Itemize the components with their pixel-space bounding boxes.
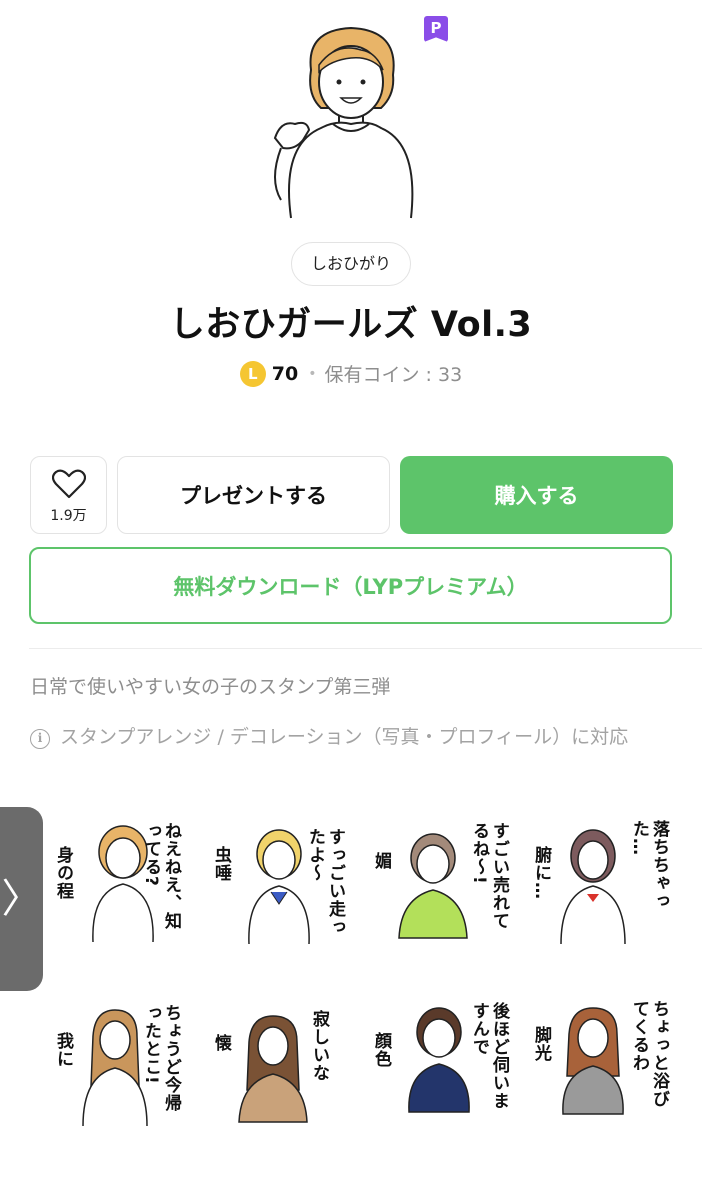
sticker-caption: 脚光 bbox=[531, 1026, 551, 1062]
sticker-caption: 後ほど伺いますんで bbox=[469, 1002, 509, 1110]
present-button[interactable]: プレゼントする bbox=[117, 456, 390, 534]
sticker-item[interactable]: 脚光 ちょっと浴びてくるわ bbox=[525, 988, 675, 1138]
sticker-caption: 落ちちゃった… bbox=[629, 820, 669, 910]
price-amount: 70 bbox=[271, 362, 299, 385]
sticker-title: しおひガールズ Vol.3 bbox=[169, 305, 533, 345]
like-count: 1.9万 bbox=[50, 508, 87, 524]
sticker-caption: 腑に… bbox=[531, 846, 551, 900]
arrange-support-note: スタンプアレンジ / デコレーション（写真・プロフィール）に対応 bbox=[60, 726, 629, 748]
price-row: L 70 • 保有コイン : 33 bbox=[0, 360, 702, 387]
owned-coins: 保有コイン : 33 bbox=[324, 364, 463, 386]
sticker-item[interactable]: 顔色 後ほど伺いますんで bbox=[365, 988, 515, 1138]
sticker-item[interactable]: 媚 すごい売れてるね〜! bbox=[365, 808, 515, 958]
price-separator: • bbox=[308, 365, 317, 382]
sticker-description: 日常で使いやすい女の子のスタンプ第三弾 bbox=[30, 676, 391, 698]
sticker-item[interactable]: 我に ちょうど今帰ったとこ! bbox=[45, 988, 195, 1138]
girl-figure-icon bbox=[562, 1007, 624, 1115]
sticker-caption: 虫唾 bbox=[211, 846, 231, 882]
girl-figure-icon bbox=[560, 829, 626, 944]
sticker-caption: 我に bbox=[53, 1032, 73, 1068]
sticker-caption: 寂しいな bbox=[309, 1010, 329, 1082]
sticker-item[interactable]: 腑に… 落ちちゃった… bbox=[525, 808, 675, 958]
sticker-caption: ちょうど今帰ったとこ! bbox=[141, 1004, 181, 1112]
hero-sticker-illustration bbox=[273, 26, 414, 219]
girl-figure-icon bbox=[398, 833, 468, 939]
free-download-button[interactable]: 無料ダウンロード（LYPプレミアム） bbox=[29, 547, 672, 624]
sticker-caption: ねえねえ、知ってる? bbox=[141, 822, 181, 930]
sticker-caption: 身の程 bbox=[53, 846, 73, 900]
girl-figure-icon bbox=[408, 1007, 470, 1113]
buy-button[interactable]: 購入する bbox=[400, 456, 673, 534]
sticker-caption: 顔色 bbox=[371, 1032, 391, 1068]
author-chip[interactable]: しおひがり bbox=[291, 242, 412, 286]
divider bbox=[29, 648, 702, 649]
heart-icon bbox=[51, 469, 86, 499]
sticker-caption: 媚 bbox=[371, 852, 391, 870]
sticker-caption: ちょっと浴びてくるわ bbox=[629, 1000, 669, 1108]
sticker-item[interactable]: 身の程 ねえねえ、知ってる? bbox=[45, 808, 195, 958]
sticker-caption: 懐 bbox=[211, 1034, 231, 1052]
girl-figure-icon bbox=[238, 1015, 308, 1123]
like-button[interactable]: 1.9万 bbox=[30, 456, 107, 534]
sticker-caption: すっごい走ったよ〜 bbox=[305, 828, 345, 936]
sticker-caption: すごい売れてるね〜! bbox=[469, 822, 509, 930]
sticker-item[interactable]: 虫唾 すっごい走ったよ〜 bbox=[205, 808, 355, 958]
sticker-item[interactable]: 懐 寂しいな bbox=[205, 988, 355, 1138]
line-coin-icon: L bbox=[239, 360, 266, 387]
side-drawer-tab[interactable]: 〉 bbox=[0, 807, 43, 991]
